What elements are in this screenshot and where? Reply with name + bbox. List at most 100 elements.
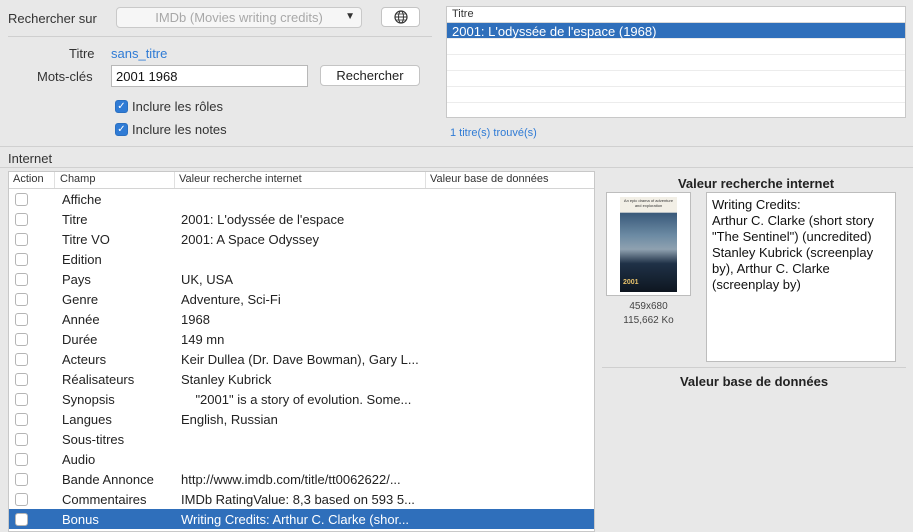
row-action-cell — [9, 292, 55, 306]
row-internet-value: Writing Credits: Arthur C. Clarke (shor.… — [181, 511, 410, 527]
row-action-checkbox[interactable] — [15, 232, 28, 246]
fields-table-header: Action Champ Valeur recherche internet V… — [9, 172, 594, 189]
section-divider — [0, 146, 913, 147]
row-field-name: Pays — [62, 271, 91, 287]
internet-value-title: Valeur recherche internet — [677, 176, 835, 191]
result-row[interactable]: 2001: L'odyssée de l'espace (1968) — [447, 23, 905, 39]
row-field-name: Langues — [62, 411, 112, 427]
column-header-field[interactable]: Champ — [55, 172, 175, 188]
table-row[interactable]: Sous-titres — [9, 429, 594, 449]
row-field-name: Edition — [62, 251, 102, 267]
table-row[interactable]: Synopsis "2001" is a story of evolution.… — [9, 389, 594, 409]
row-action-checkbox[interactable] — [15, 312, 28, 326]
table-row[interactable]: Langues English, Russian — [9, 409, 594, 429]
row-action-checkbox[interactable] — [15, 412, 28, 426]
table-row[interactable]: Titre 2001: L'odyssée de l'espace — [9, 209, 594, 229]
row-action-cell — [9, 452, 55, 466]
results-count: 1 titre(s) trouvé(s) — [450, 127, 537, 139]
poster-frame[interactable]: An epic drama of adventure and explorati… — [606, 192, 691, 296]
column-header-db-value[interactable]: Valeur base de données — [426, 172, 594, 188]
table-row[interactable]: Edition — [9, 249, 594, 269]
row-action-checkbox[interactable] — [15, 432, 28, 446]
row-action-checkbox[interactable] — [15, 252, 28, 266]
search-button[interactable]: Rechercher — [320, 65, 420, 86]
table-row[interactable]: Audio — [9, 449, 594, 469]
row-action-cell — [9, 432, 55, 446]
table-row[interactable]: Acteurs Keir Dullea (Dr. Dave Bowman), Ga… — [9, 349, 594, 369]
table-row[interactable]: Bande Annonce http://www.imdb.com/title/t… — [9, 469, 594, 489]
empty-row — [447, 55, 905, 71]
row-field-name: Sous-titres — [62, 431, 125, 447]
row-action-checkbox[interactable] — [15, 372, 28, 386]
search-source-select[interactable]: IMDb (Movies writing credits) ▼ — [116, 7, 362, 28]
row-action-checkbox[interactable] — [15, 512, 28, 526]
row-action-checkbox[interactable] — [15, 492, 28, 506]
table-row[interactable]: Réalisateurs Stanley Kubrick — [9, 369, 594, 389]
results-list[interactable]: Titre 2001: L'odyssée de l'espace (1968) — [446, 6, 906, 118]
row-action-checkbox[interactable] — [15, 292, 28, 306]
row-action-cell — [9, 192, 55, 206]
row-internet-value: http://www.imdb.com/title/tt0062622/... — [181, 471, 401, 487]
row-field-name: Bonus — [62, 511, 99, 527]
include-notes-checkbox[interactable]: ✓ — [115, 123, 128, 136]
globe-button[interactable] — [381, 7, 420, 27]
row-action-checkbox[interactable] — [15, 272, 28, 286]
table-row[interactable]: Genre Adventure, Sci-Fi — [9, 289, 594, 309]
row-action-checkbox[interactable] — [15, 192, 28, 206]
chevron-down-icon: ▼ — [345, 11, 355, 22]
fields-table[interactable]: Action Champ Valeur recherche internet V… — [8, 171, 595, 532]
row-action-cell — [9, 332, 55, 346]
row-internet-value: Stanley Kubrick — [181, 371, 272, 387]
include-roles-checkbox[interactable]: ✓ — [115, 100, 128, 113]
include-roles-label: Inclure les rôles — [132, 99, 224, 114]
row-internet-value: 2001: L'odyssée de l'espace — [181, 211, 345, 227]
poster-image: An epic drama of adventure and explorati… — [620, 196, 677, 292]
row-action-checkbox[interactable] — [15, 212, 28, 226]
table-row[interactable]: Affiche — [9, 189, 594, 209]
results-column-header[interactable]: Titre — [447, 7, 905, 23]
row-field-name: Synopsis — [62, 391, 115, 407]
row-internet-value: "2001" is a story of evolution. Some... — [181, 391, 412, 407]
row-internet-value: 149 mn — [181, 331, 225, 347]
internet-value-text[interactable]: Writing Credits: Arthur C. Clarke (short… — [706, 192, 896, 362]
row-action-checkbox[interactable] — [15, 392, 28, 406]
empty-row — [447, 87, 905, 103]
title-value-link[interactable]: sans_titre — [111, 46, 167, 61]
search-source-value: IMDb (Movies writing credits) — [155, 10, 323, 25]
row-internet-value: 2001: A Space Odyssey — [181, 231, 320, 247]
section-divider — [0, 167, 913, 168]
table-row[interactable]: Durée 149 mn — [9, 329, 594, 349]
keywords-label: Mots-clés — [37, 69, 93, 84]
row-field-name: Audio — [62, 451, 96, 467]
row-action-cell — [9, 252, 55, 266]
column-header-action[interactable]: Action — [9, 172, 55, 188]
row-action-cell — [9, 512, 55, 526]
row-field-name: Acteurs — [62, 351, 107, 367]
column-header-internet-value[interactable]: Valeur recherche internet — [175, 172, 426, 188]
row-action-cell — [9, 412, 55, 426]
globe-icon — [393, 10, 408, 24]
search-separator — [8, 36, 432, 37]
preview-separator — [602, 367, 906, 368]
empty-row — [447, 39, 905, 55]
table-row[interactable]: Bonus Writing Credits: Arthur C. Clarke (… — [9, 509, 594, 529]
row-action-checkbox[interactable] — [15, 352, 28, 366]
row-action-cell — [9, 312, 55, 326]
row-action-checkbox[interactable] — [15, 452, 28, 466]
row-internet-value: Adventure, Sci-Fi — [181, 291, 281, 307]
row-field-name: Titre VO — [62, 231, 110, 247]
row-action-checkbox[interactable] — [15, 472, 28, 486]
fields-table-body: Affiche Titre 2001: L'odyssée de l'espace T… — [9, 189, 594, 529]
row-field-name: Genre — [62, 291, 99, 307]
row-internet-value: 1968 — [181, 311, 210, 327]
row-field-name: Bande Annonce — [62, 471, 154, 487]
table-row[interactable]: Pays UK, USA — [9, 269, 594, 289]
row-action-checkbox[interactable] — [15, 332, 28, 346]
empty-row — [447, 71, 905, 87]
keywords-input[interactable]: 2001 1968 — [111, 65, 308, 87]
table-row[interactable]: Commentaires IMDb RatingValue: 8,3 based … — [9, 489, 594, 509]
table-row[interactable]: Année 1968 — [9, 309, 594, 329]
table-row[interactable]: Titre VO 2001: A Space Odyssey — [9, 229, 594, 249]
row-field-name: Commentaires — [62, 491, 147, 507]
row-internet-value: Keir Dullea (Dr. Dave Bowman), Gary L... — [181, 351, 419, 367]
